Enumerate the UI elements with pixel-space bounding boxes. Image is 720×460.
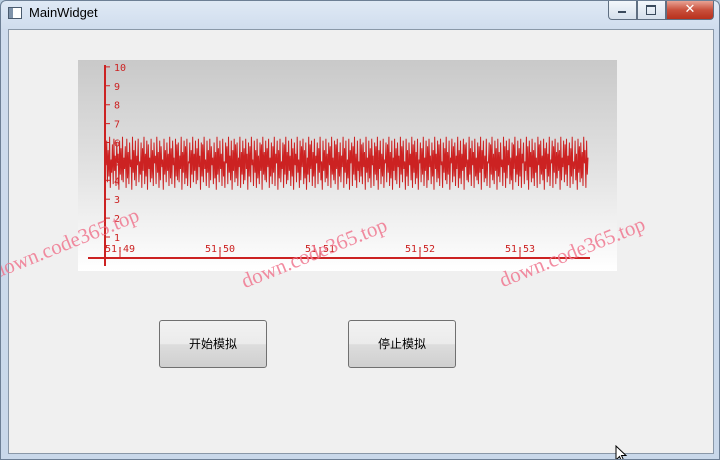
start-simulation-button[interactable]: 开始模拟 — [159, 320, 267, 368]
stop-simulation-button[interactable]: 停止模拟 — [348, 320, 456, 368]
window-controls: ✕ — [608, 1, 714, 21]
y-tick-label: 3 — [114, 195, 120, 206]
x-tick-label: 51:53 — [505, 244, 535, 255]
data-series-line — [105, 136, 589, 190]
y-tick-label: 9 — [114, 82, 120, 93]
title-bar[interactable]: MainWidget ✕ — [1, 1, 719, 27]
minimize-button[interactable] — [608, 1, 637, 20]
window-title: MainWidget — [29, 5, 98, 20]
y-tick-label: 10 — [114, 63, 126, 74]
x-tick-label: 51:52 — [405, 244, 435, 255]
main-window: MainWidget ✕ 1 2 3 4 5 6 7 8 9 10 51:49 51:50 51:51 5… — [0, 0, 720, 460]
y-tick-label: 7 — [114, 120, 120, 131]
x-tick-label: 51:50 — [205, 244, 235, 255]
x-tick-label: 51:49 — [105, 244, 135, 255]
maximize-button[interactable] — [637, 1, 666, 20]
mouse-cursor-icon — [615, 445, 628, 459]
close-button[interactable]: ✕ — [666, 1, 714, 20]
app-window-icon[interactable] — [8, 7, 22, 19]
y-tick-label: 8 — [114, 101, 120, 112]
